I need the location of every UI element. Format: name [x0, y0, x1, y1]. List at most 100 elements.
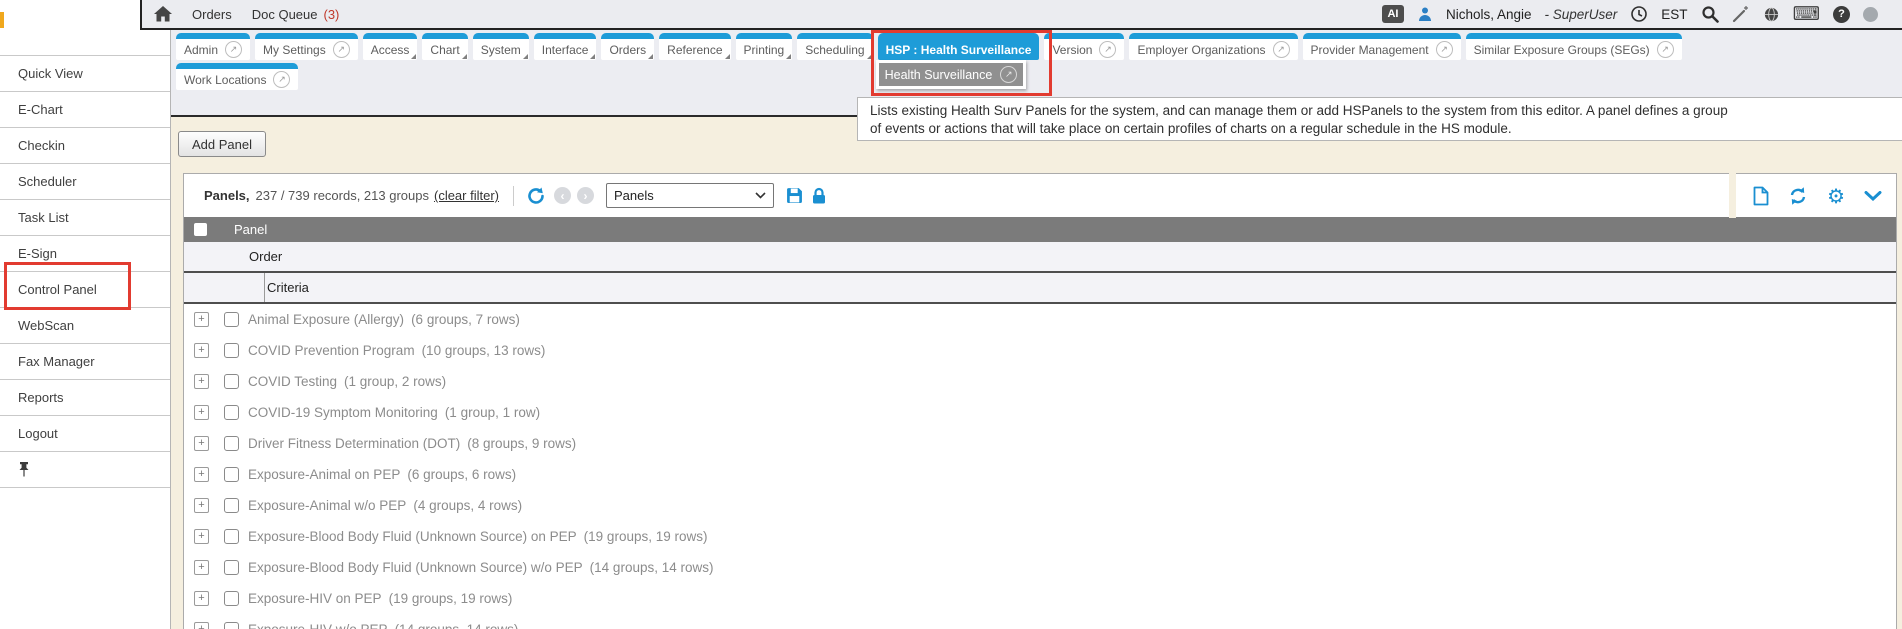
expand-icon[interactable]: +	[194, 312, 209, 327]
tab-employer-organizations[interactable]: Employer Organizations ↗	[1129, 33, 1297, 60]
open-external-icon[interactable]: ↗	[1000, 66, 1017, 83]
top-nav: Orders Doc Queue (3)	[142, 6, 339, 22]
row-checkbox[interactable]	[224, 560, 239, 575]
sidebar-item-scheduler[interactable]: Scheduler	[0, 164, 170, 200]
tab-my-settings[interactable]: My Settings ↗	[255, 33, 358, 60]
row-checkbox[interactable]	[224, 591, 239, 606]
help-icon[interactable]: ?	[1833, 6, 1850, 23]
row-checkbox[interactable]	[224, 622, 239, 629]
expand-icon[interactable]: +	[194, 405, 209, 420]
table-row[interactable]: + COVID Testing (1 group, 2 rows)	[184, 366, 1896, 397]
expand-icon[interactable]: +	[194, 622, 209, 629]
new-document-icon[interactable]	[1753, 186, 1769, 206]
expand-icon[interactable]: +	[194, 467, 209, 482]
tooltip-line-1: Lists existing Health Surv Panels for th…	[870, 102, 1897, 120]
table-row[interactable]: + Exposure-Blood Body Fluid (Unknown Sou…	[184, 552, 1896, 583]
panel-name: COVID Testing	[248, 374, 337, 389]
tab-work-locations[interactable]: Work Locations ↗	[176, 63, 298, 90]
sidebar-item-task-list[interactable]: Task List	[0, 200, 170, 236]
view-select[interactable]: Panels	[606, 183, 774, 208]
menu-item-health-surveillance[interactable]: Health Surveillance ↗	[879, 63, 1024, 86]
sidebar-item-e-chart[interactable]: E-Chart	[0, 92, 170, 128]
expand-icon[interactable]: +	[194, 374, 209, 389]
open-external-icon[interactable]: ↗	[1657, 41, 1674, 58]
sidebar-item-control-panel[interactable]: Control Panel	[0, 272, 170, 308]
table-row[interactable]: + COVID-19 Symptom Monitoring (1 group, …	[184, 397, 1896, 428]
sidebar-item-e-sign[interactable]: E-Sign	[0, 236, 170, 272]
expand-icon[interactable]: +	[194, 529, 209, 544]
row-checkbox[interactable]	[224, 529, 239, 544]
panel-name: Animal Exposure (Allergy)	[248, 312, 404, 327]
hsp-dropdown-menu: Health Surveillance ↗	[876, 60, 1027, 89]
save-icon[interactable]	[786, 187, 803, 204]
clear-filter-link[interactable]: (clear filter)	[434, 188, 499, 203]
table-row[interactable]: + Exposure-Animal w/o PEP (4 groups, 4 r…	[184, 490, 1896, 521]
tab-system[interactable]: System	[473, 33, 529, 60]
table-row[interactable]: + Animal Exposure (Allergy) (6 groups, 7…	[184, 304, 1896, 335]
row-checkbox[interactable]	[224, 467, 239, 482]
open-external-icon[interactable]: ↗	[273, 71, 290, 88]
sidebar-item-reports[interactable]: Reports	[0, 380, 170, 416]
row-checkbox[interactable]	[224, 498, 239, 513]
search-icon[interactable]	[1701, 5, 1719, 23]
sidebar-item-webscan[interactable]: WebScan	[0, 308, 170, 344]
tab-provider-management[interactable]: Provider Management ↗	[1303, 33, 1461, 60]
tab-reference[interactable]: Reference	[659, 33, 730, 60]
open-external-icon[interactable]: ↗	[225, 41, 242, 58]
lock-icon[interactable]	[811, 187, 827, 205]
open-external-icon[interactable]: ↗	[333, 41, 350, 58]
sidebar-item-logout[interactable]: Logout	[0, 416, 170, 452]
expand-icon[interactable]: +	[194, 560, 209, 575]
table-row[interactable]: + Driver Fitness Determination (DOT) (8 …	[184, 428, 1896, 459]
expand-icon[interactable]: +	[194, 436, 209, 451]
view-select-value: Panels	[614, 188, 654, 203]
table-row[interactable]: + COVID Prevention Program (10 groups, 1…	[184, 335, 1896, 366]
next-page-icon[interactable]: ›	[577, 187, 594, 204]
table-row[interactable]: + Exposure-HIV w/o PEP (14 groups, 14 ro…	[184, 614, 1896, 629]
tab-interface[interactable]: Interface	[534, 33, 597, 60]
row-checkbox[interactable]	[224, 312, 239, 327]
tab-access[interactable]: Access	[363, 33, 418, 60]
open-external-icon[interactable]: ↗	[1273, 41, 1290, 58]
globe-icon[interactable]	[1763, 6, 1780, 23]
nav-doc-queue[interactable]: Doc Queue	[252, 7, 318, 22]
sidebar-item-checkin[interactable]: Checkin	[0, 128, 170, 164]
tab-version[interactable]: Version ↗	[1044, 33, 1124, 60]
sidebar-item-fax-manager[interactable]: Fax Manager	[0, 344, 170, 380]
undo-icon[interactable]	[526, 186, 546, 206]
row-checkbox[interactable]	[224, 343, 239, 358]
tab-orders[interactable]: Orders	[601, 33, 654, 60]
row-checkbox[interactable]	[224, 405, 239, 420]
home-icon[interactable]	[154, 6, 172, 22]
tab-chart[interactable]: Chart	[422, 33, 467, 60]
magic-wand-icon[interactable]	[1732, 5, 1750, 23]
sidebar-pin-toggle[interactable]	[0, 452, 170, 488]
keyboard-icon[interactable]: ⌨	[1793, 5, 1820, 24]
tab-admin[interactable]: Admin ↗	[176, 33, 250, 60]
expand-icon[interactable]: +	[194, 343, 209, 358]
tab-hsp-health-surveillance[interactable]: HSP : Health Surveillance Health Surveil…	[878, 33, 1040, 60]
expand-icon[interactable]: +	[194, 591, 209, 606]
table-row[interactable]: + Exposure-Animal on PEP (6 groups, 6 ro…	[184, 459, 1896, 490]
user-icon	[1417, 6, 1433, 22]
table-row[interactable]: + Exposure-HIV on PEP (19 groups, 19 row…	[184, 583, 1896, 614]
refresh-icon[interactable]	[1788, 186, 1808, 206]
prev-page-icon[interactable]: ‹	[554, 187, 571, 204]
row-checkbox[interactable]	[224, 436, 239, 451]
settings-gear-icon[interactable]: ⚙	[1827, 186, 1845, 206]
sidebar-item-quick-view[interactable]: Quick View	[0, 56, 170, 92]
tab-similar-exposure-groups[interactable]: Similar Exposure Groups (SEGs) ↗	[1466, 33, 1682, 60]
collapse-chevron-icon[interactable]	[1864, 191, 1882, 201]
open-external-icon[interactable]: ↗	[1099, 41, 1116, 58]
panel-info: (14 groups, 14 rows)	[590, 560, 714, 575]
open-external-icon[interactable]: ↗	[1436, 41, 1453, 58]
add-panel-button[interactable]: Add Panel	[178, 131, 266, 157]
nav-orders[interactable]: Orders	[192, 7, 232, 22]
table-row[interactable]: + Exposure-Blood Body Fluid (Unknown Sou…	[184, 521, 1896, 552]
expand-icon[interactable]: +	[194, 498, 209, 513]
tab-printing[interactable]: Printing	[736, 33, 793, 60]
row-checkbox[interactable]	[224, 374, 239, 389]
ai-badge[interactable]: AI	[1382, 5, 1404, 23]
select-all-checkbox[interactable]	[194, 223, 207, 236]
tab-scheduling[interactable]: Scheduling	[797, 33, 872, 60]
